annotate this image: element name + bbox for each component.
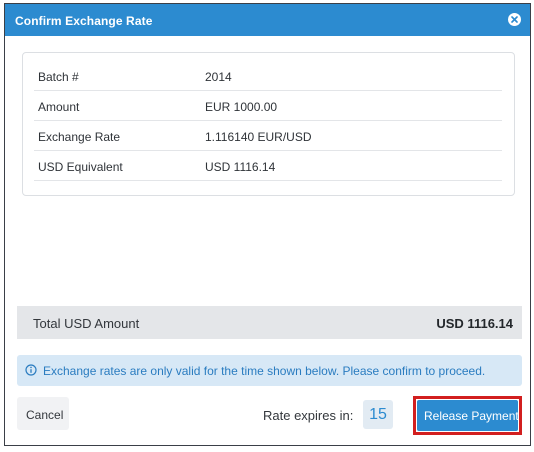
rate-expires-label: Rate expires in: <box>263 408 354 423</box>
close-x-glyph <box>511 16 518 23</box>
detail-value: EUR 1000.00 <box>205 100 278 114</box>
info-message-bar: Exchange rates are only valid for the ti… <box>17 355 522 386</box>
detail-value: USD 1116.14 <box>205 160 276 174</box>
close-icon[interactable] <box>508 13 521 26</box>
detail-label: USD Equivalent <box>38 160 123 174</box>
detail-row-exchange-rate: Exchange Rate 1.116140 EUR/USD <box>34 121 502 151</box>
exchange-details-panel: Batch # 2014 Amount EUR 1000.00 Exchange… <box>22 52 515 196</box>
info-icon <box>25 364 37 376</box>
total-usd-amount-bar: Total USD Amount USD 1116.14 <box>17 306 522 339</box>
cancel-button-label: Cancel <box>26 408 64 422</box>
total-value: USD 1116.14 <box>436 316 513 331</box>
detail-label: Amount <box>38 100 80 114</box>
info-message-text: Exchange rates are only valid for the ti… <box>43 364 486 378</box>
rate-expiry-countdown: 15 <box>363 400 393 429</box>
confirm-exchange-rate-dialog: Confirm Exchange Rate Batch # 2014 Amoun… <box>4 3 531 446</box>
dialog-title: Confirm Exchange Rate <box>15 14 153 28</box>
detail-label: Exchange Rate <box>38 130 121 144</box>
release-payment-label: Release Payment <box>424 409 519 423</box>
total-label: Total USD Amount <box>33 316 140 331</box>
detail-row-batch: Batch # 2014 <box>34 61 502 91</box>
detail-value: 2014 <box>205 70 232 84</box>
detail-row-amount: Amount EUR 1000.00 <box>34 91 502 121</box>
detail-value: 1.116140 EUR/USD <box>205 130 312 144</box>
detail-row-usd-equivalent: USD Equivalent USD 1116.14 <box>34 151 502 181</box>
cancel-button[interactable]: Cancel <box>17 397 69 430</box>
release-payment-button[interactable]: Release Payment <box>417 400 519 431</box>
detail-label: Batch # <box>38 70 79 84</box>
dialog-titlebar: Confirm Exchange Rate <box>5 4 530 36</box>
